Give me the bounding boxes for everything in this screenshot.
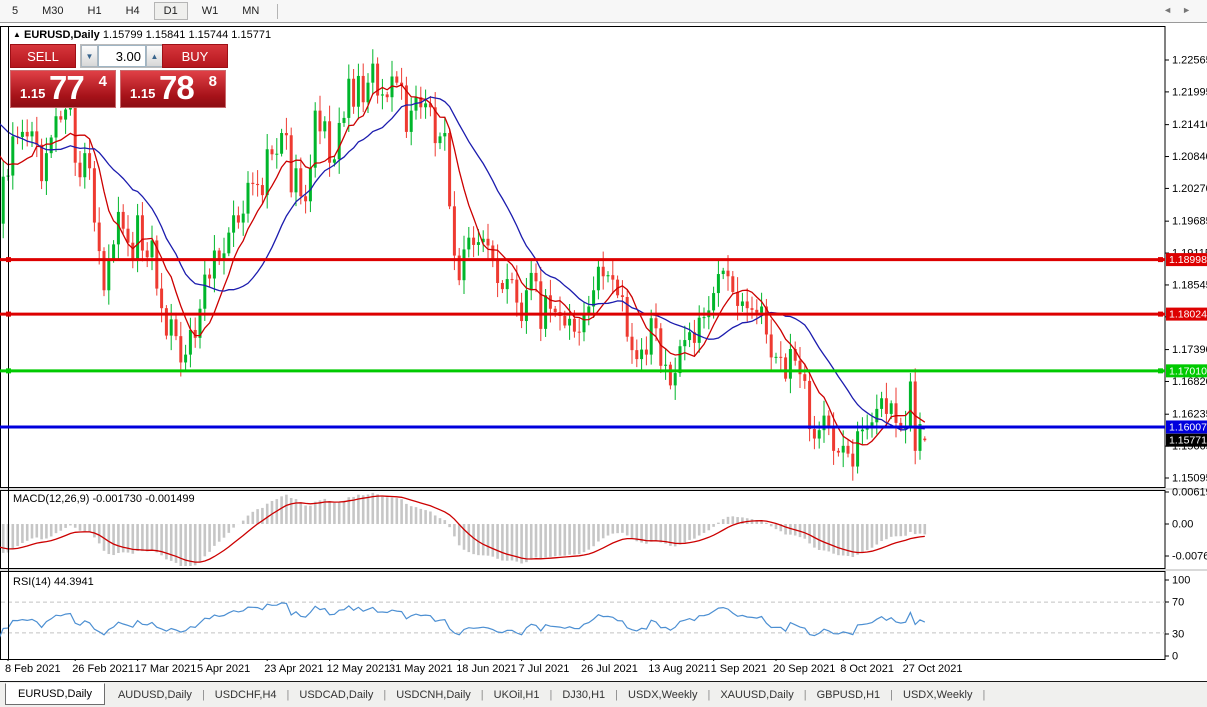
price-tag-text: 1.18998	[1169, 254, 1207, 266]
volume-control: ▼ ▲	[80, 44, 164, 68]
time-axis[interactable]: 8 Feb 2021 26 Feb 202117 Mar 20215 Apr 20…	[0, 661, 1207, 680]
chart-tab-USDCNH-Daily[interactable]: USDCNH,Daily	[387, 685, 480, 705]
date-axis-label: 12 May 2021	[327, 663, 391, 675]
price-tag-text: 1.18024	[1169, 309, 1207, 321]
sell-button[interactable]: SELL	[10, 44, 76, 68]
price-axis-label: 1.22565	[1172, 55, 1207, 67]
sell-price-main: 77	[49, 69, 84, 107]
date-axis-label: 17 Mar 2021	[135, 663, 197, 675]
price-tag-text: 1.16007	[1169, 421, 1207, 433]
price-tag-text: 1.15771	[1169, 435, 1207, 447]
buy-button[interactable]: BUY	[162, 44, 228, 68]
rsi-axis-label: 100	[1172, 575, 1190, 587]
macd-axis-label: -0.007621	[1172, 551, 1207, 563]
price-axis-label: 1.21995	[1172, 86, 1207, 98]
chart-tab-USDCAD-Daily[interactable]: USDCAD,Daily	[290, 685, 382, 705]
sell-price-pip: 4	[99, 73, 107, 90]
line-handle[interactable]	[6, 312, 11, 317]
date-axis-label: 8 Feb 2021	[5, 663, 61, 675]
chart-tab-AUDUSD-Daily[interactable]: AUDUSD,Daily	[109, 685, 201, 705]
price-tag-text: 1.17010	[1169, 365, 1207, 377]
chart-title: ▲ EURUSD,Daily 1.15799 1.15841 1.15744 1…	[13, 29, 271, 41]
date-axis-label: 26 Feb 2021	[72, 663, 134, 675]
tab-scroll-left-icon[interactable]: ◄	[1163, 5, 1182, 15]
symbol-name: EURUSD,Daily	[24, 29, 100, 41]
chart-tab-EURUSD-Daily[interactable]: EURUSD,Daily	[5, 683, 105, 705]
timeframe-button-MN[interactable]: MN	[232, 2, 269, 20]
chart-tab-GBPUSD-H1[interactable]: GBPUSD,H1	[808, 685, 890, 705]
line-handle[interactable]	[6, 257, 11, 262]
tab-separator: |	[981, 689, 986, 701]
date-axis-label: 20 Sep 2021	[773, 663, 835, 675]
volume-up-icon[interactable]: ▲	[146, 45, 163, 67]
buy-price-prefix: 1.15	[130, 86, 155, 101]
timeframe-button-M30[interactable]: M30	[32, 2, 73, 20]
date-axis-label: 18 Jun 2021	[456, 663, 517, 675]
rsi-pane[interactable]	[1, 572, 1166, 660]
one-click-trading-panel: SELL ▼ ▲ BUY 1.15 77 4 1.15 78 8	[10, 44, 228, 108]
toolbar-separator	[277, 4, 278, 19]
rsi-axis-label: 30	[1172, 629, 1184, 641]
chart-tab-USDX-Weekly[interactable]: USDX,Weekly	[894, 685, 981, 705]
date-axis-label: 1 Sep 2021	[711, 663, 767, 675]
ohlc-values: 1.15799 1.15841 1.15744 1.15771	[103, 29, 271, 41]
volume-input[interactable]	[98, 45, 146, 67]
sell-price-prefix: 1.15	[20, 86, 45, 101]
date-axis-label: 7 Jul 2021	[519, 663, 570, 675]
buy-price-pip: 8	[209, 73, 217, 90]
date-axis-label: 27 Oct 2021	[903, 663, 963, 675]
buy-price-main: 78	[159, 69, 194, 107]
line-handle[interactable]	[1158, 312, 1163, 317]
chart-tab-UKOil-H1[interactable]: UKOil,H1	[485, 685, 549, 705]
price-axis-label: 1.20840	[1172, 151, 1207, 163]
macd-axis-label: 0.00	[1172, 519, 1193, 531]
collapse-icon[interactable]: ▲	[13, 30, 21, 39]
tab-scroll-arrows: ◄►	[1163, 5, 1201, 15]
date-axis-label: 13 Aug 2021	[648, 663, 710, 675]
chart-tab-DJ30-H1[interactable]: DJ30,H1	[553, 685, 614, 705]
rsi-axis-label: 70	[1172, 597, 1184, 609]
date-axis-label: 26 Jul 2021	[581, 663, 638, 675]
price-axis-label: 1.17390	[1172, 344, 1207, 356]
volume-down-icon[interactable]: ▼	[81, 45, 98, 67]
price-axis-label: 1.15095	[1172, 472, 1207, 484]
pane-splitter[interactable]	[0, 569, 1207, 571]
chart-tab-bar: EURUSD,DailyAUDUSD,Daily|USDCHF,H4|USDCA…	[0, 681, 1207, 707]
date-axis-label: 8 Oct 2021	[840, 663, 894, 675]
chart-tab-XAUUSD-Daily[interactable]: XAUUSD,Daily	[711, 685, 802, 705]
macd-axis-label: 0.006193	[1172, 487, 1207, 499]
pane-splitter[interactable]	[0, 488, 1207, 490]
sell-price-box[interactable]: 1.15 77 4	[10, 70, 116, 108]
line-handle[interactable]	[1158, 257, 1163, 262]
chart-tab-USDCHF-H4[interactable]: USDCHF,H4	[206, 685, 286, 705]
price-axis-label: 1.19685	[1172, 216, 1207, 228]
macd-label: MACD(12,26,9) -0.001730 -0.001499	[13, 493, 195, 505]
price-axis-label: 1.16820	[1172, 376, 1207, 388]
timeframe-toolbar: 5M30 H1H4D1W1MN	[0, 0, 1207, 23]
price-axis-label: 1.21410	[1172, 119, 1207, 131]
date-axis-label: 23 Apr 2021	[264, 663, 323, 675]
chart-tab-USDX-Weekly[interactable]: USDX,Weekly	[619, 685, 706, 705]
rsi-label: RSI(14) 44.3941	[13, 576, 94, 588]
tab-scroll-right-icon[interactable]: ►	[1182, 5, 1201, 15]
price-axis-label: 1.16235	[1172, 409, 1207, 421]
timeframe-button-W1[interactable]: W1	[192, 2, 229, 20]
line-handle[interactable]	[1158, 368, 1163, 373]
line-handle[interactable]	[6, 368, 11, 373]
date-axis-label: 5 Apr 2021	[197, 663, 250, 675]
price-axis-label: 1.20270	[1172, 183, 1207, 195]
timeframe-button-5[interactable]: 5	[2, 2, 28, 20]
price-axis-label: 1.18545	[1172, 279, 1207, 291]
mt4-terminal: 1.22565 1.21995 1.21410 1.20840 1.20270 1.196…	[0, 0, 1207, 707]
timeframe-button-D1[interactable]: D1	[154, 2, 188, 20]
timeframe-button-H1[interactable]: H1	[78, 2, 112, 20]
date-axis-label: 31 May 2021	[389, 663, 453, 675]
timeframe-button-H4[interactable]: H4	[116, 2, 150, 20]
buy-price-box[interactable]: 1.15 78 8	[120, 70, 226, 108]
